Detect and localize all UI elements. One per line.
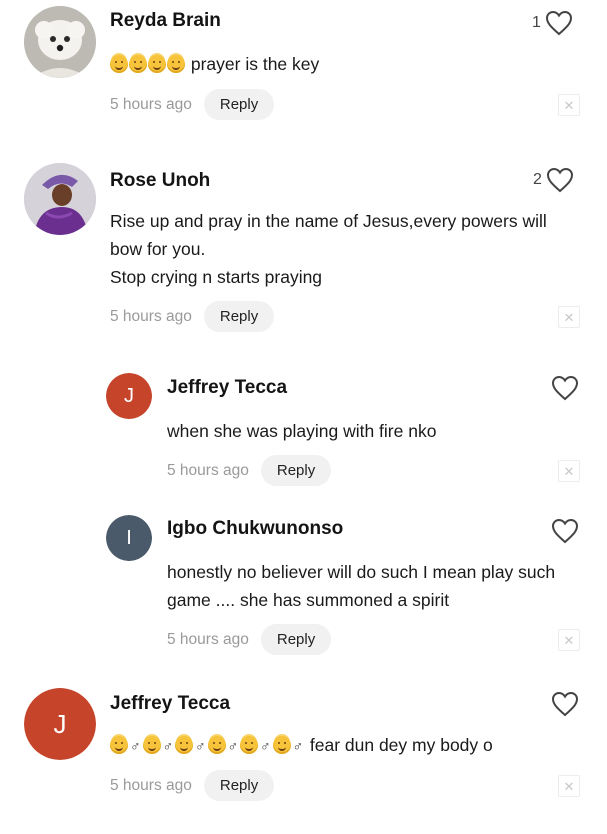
comment-text-content: prayer is the key: [190, 54, 320, 74]
timestamp: 5 hours ago: [110, 95, 192, 113]
comment-text: honestly no believer will do such I mean…: [167, 558, 555, 614]
comment-text: Rise up and pray in the name of Jesus,ev…: [110, 207, 547, 291]
comment-text-line: game .... she has summoned a spirit: [167, 590, 450, 610]
praying-emoji-icon: [110, 736, 128, 754]
reply-button[interactable]: Reply: [203, 89, 275, 120]
comment-text-line: Rise up and pray in the name of Jesus,ev…: [110, 211, 547, 231]
avatar[interactable]: I: [106, 515, 152, 561]
heart-outline-icon: [551, 518, 579, 544]
close-icon[interactable]: ✕: [558, 94, 580, 116]
heart-outline-icon: [546, 167, 573, 193]
comment-author[interactable]: Igbo Chukwunonso: [167, 518, 343, 540]
comment-text-content: fear dun dey my body o: [309, 735, 493, 755]
male-sign: ♂: [130, 738, 141, 754]
avatar[interactable]: J: [24, 688, 96, 760]
like-button[interactable]: 2: [533, 167, 574, 193]
praying-emoji-icon: [148, 55, 166, 73]
close-icon[interactable]: ✕: [558, 460, 580, 482]
comment-text: when she was playing with fire nko: [167, 417, 436, 445]
comment-text: ♂ ♂ ♂ ♂ ♂ ♂ fear dun dey my body o: [110, 731, 493, 760]
reply-button[interactable]: Reply: [260, 455, 332, 486]
timestamp: 5 hours ago: [110, 776, 192, 794]
praying-emoji-icon: [142, 736, 161, 754]
dog-avatar-image: [24, 6, 96, 78]
avatar[interactable]: [24, 6, 96, 78]
avatar-letter: I: [106, 515, 152, 561]
like-count: 2: [533, 171, 542, 188]
like-button[interactable]: [551, 375, 579, 401]
comment-text-line: Stop crying n starts praying: [110, 267, 323, 287]
reply-button[interactable]: Reply: [260, 624, 332, 655]
comment-meta: 5 hours ago Reply: [167, 455, 332, 486]
praying-emoji-icon: [110, 55, 128, 73]
praying-emoji-icon: [240, 736, 258, 754]
like-button[interactable]: [551, 518, 579, 544]
reply-button[interactable]: Reply: [203, 301, 275, 332]
heart-outline-icon: [551, 375, 579, 401]
comment-meta: 5 hours ago Reply: [110, 301, 275, 332]
male-sign: ♂: [292, 738, 304, 754]
comment-text: prayer is the key: [110, 50, 319, 78]
male-sign: ♂: [195, 738, 206, 754]
close-icon[interactable]: ✕: [558, 306, 580, 328]
heart-outline-icon: [545, 10, 572, 36]
person-avatar-image: [24, 163, 96, 235]
praying-emoji-icon: [167, 55, 185, 73]
like-count: 1: [532, 14, 541, 31]
like-button[interactable]: [551, 691, 579, 717]
avatar[interactable]: J: [106, 373, 152, 419]
comment-meta: 5 hours ago Reply: [110, 89, 275, 120]
comment-author[interactable]: Jeffrey Tecca: [167, 377, 287, 399]
praying-emoji-icon: [207, 736, 226, 754]
male-sign: ♂: [260, 738, 271, 754]
reply-button[interactable]: Reply: [203, 770, 275, 801]
comment-text-line: when she was playing with fire nko: [167, 421, 437, 441]
comment-text-line: honestly no believer will do such I mean…: [167, 562, 556, 582]
praying-emoji-icon: [272, 736, 291, 754]
comment-author[interactable]: Reyda Brain: [110, 10, 221, 32]
praying-emoji-icon: [129, 55, 147, 73]
timestamp: 5 hours ago: [167, 630, 249, 648]
like-button[interactable]: 1: [532, 10, 573, 36]
male-sign: ♂: [227, 738, 239, 754]
close-icon[interactable]: ✕: [558, 629, 580, 651]
avatar-letter: J: [106, 373, 152, 419]
comment-text-line: bow for you.: [110, 239, 206, 259]
avatar[interactable]: [24, 163, 96, 235]
heart-outline-icon: [551, 691, 579, 717]
praying-emoji-icon: [175, 736, 193, 754]
comment-author[interactable]: Jeffrey Tecca: [110, 693, 230, 715]
male-sign: ♂: [162, 738, 174, 754]
comment-meta: 5 hours ago Reply: [167, 624, 332, 655]
avatar-letter: J: [24, 688, 96, 760]
timestamp: 5 hours ago: [167, 461, 249, 479]
close-icon[interactable]: ✕: [558, 775, 580, 797]
comment-author[interactable]: Rose Unoh: [110, 170, 210, 192]
timestamp: 5 hours ago: [110, 307, 192, 325]
comment-meta: 5 hours ago Reply: [110, 770, 275, 801]
